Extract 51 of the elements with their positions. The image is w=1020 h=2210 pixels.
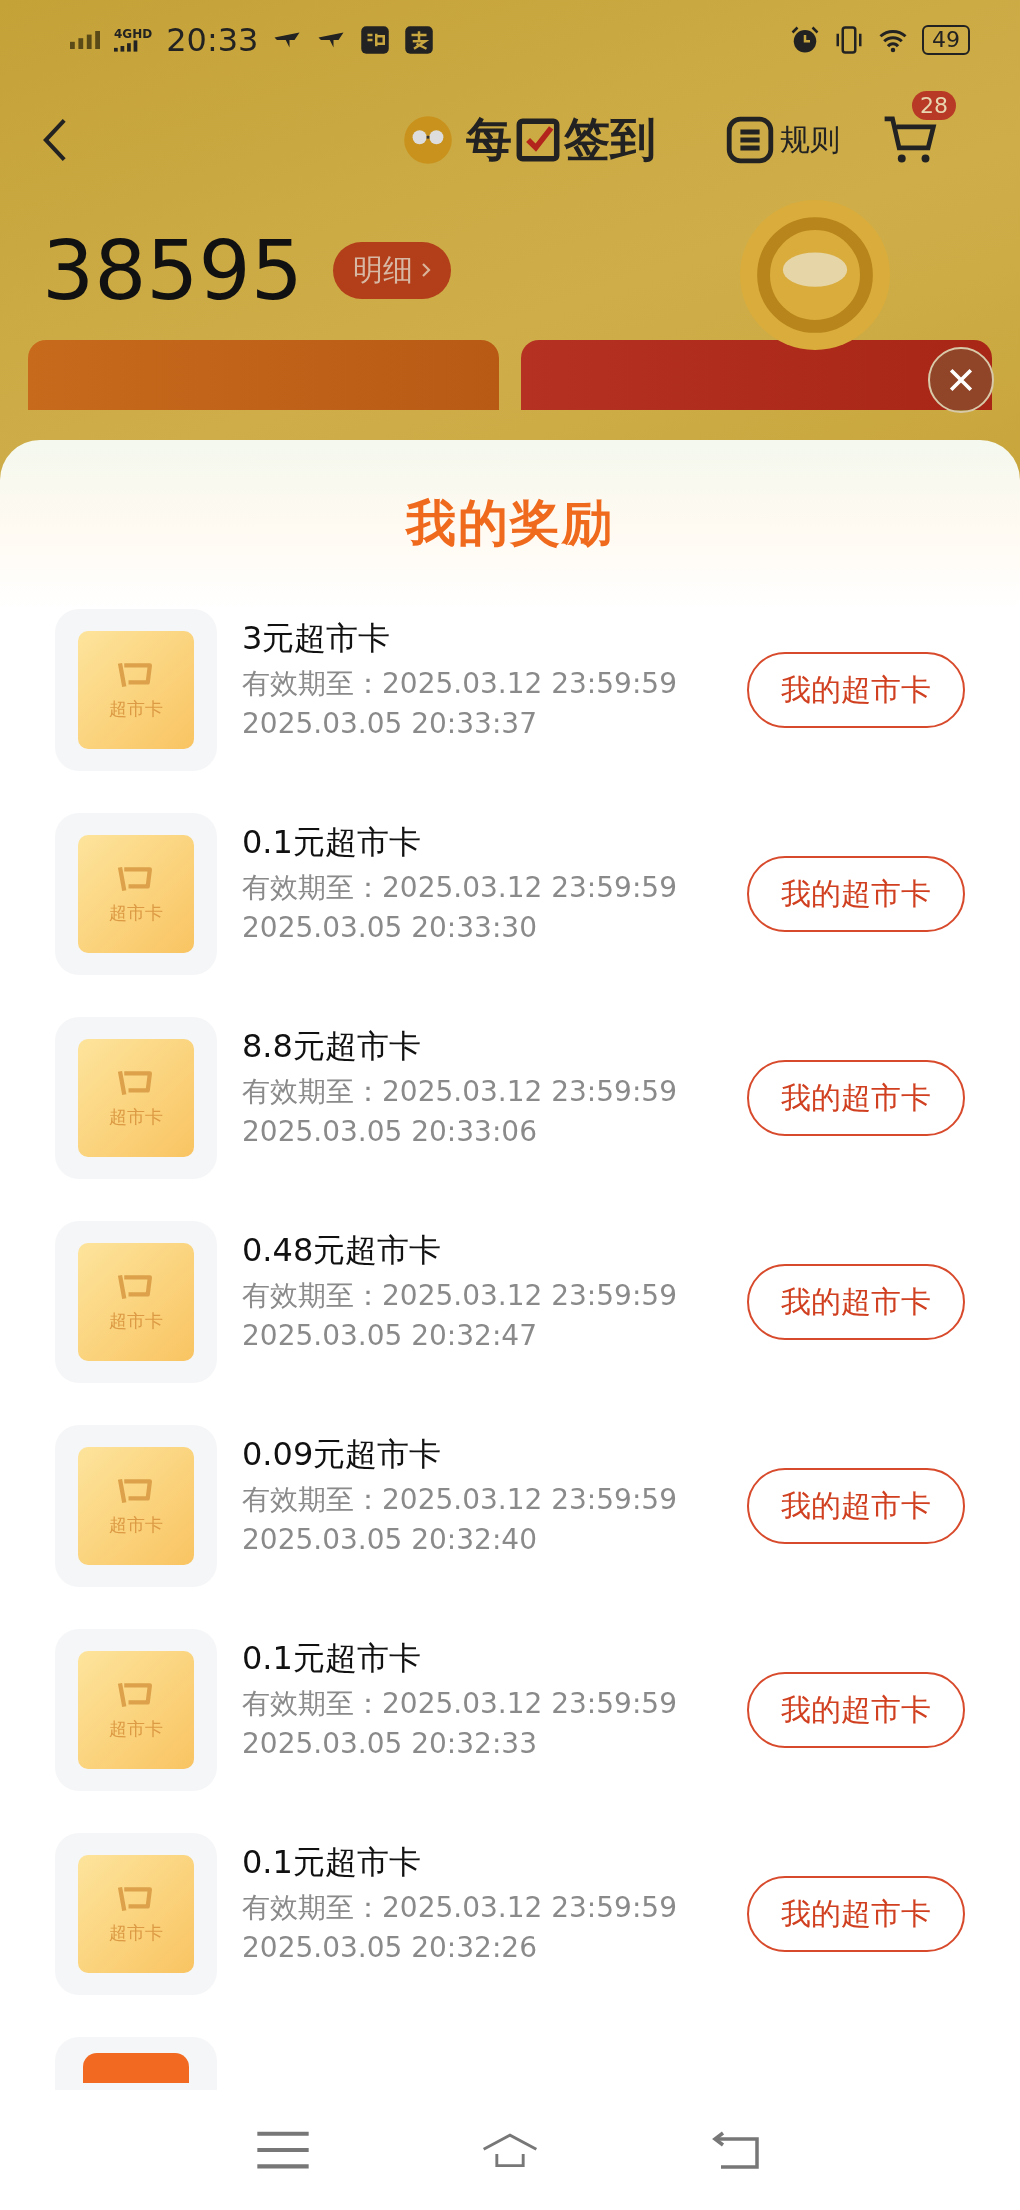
reward-time: 2025.03.05 20:32:40 (242, 1523, 538, 1556)
expiry-date: 有效期至：2025.03.12 23:59:59 (242, 870, 678, 906)
expiry-date: 有效期至：2025.03.12 23:59:59 (242, 666, 678, 702)
reward-name: 0.1元超市卡 (242, 822, 422, 863)
reward-time: 2025.03.05 20:33:37 (242, 707, 538, 740)
details-button[interactable]: 明细 (332, 241, 451, 299)
reward-time: 2025.03.05 20:32:47 (242, 1319, 538, 1352)
alarm-icon (790, 25, 820, 55)
reward-name: 8.8元超市卡 (242, 1026, 422, 1067)
promo-banner[interactable] (521, 340, 992, 410)
reward-name: 0.1元超市卡 (242, 1842, 422, 1883)
points-value: 38595 (42, 222, 303, 318)
rules-link[interactable]: 规则 (726, 116, 840, 164)
battery-indicator: 49 (922, 25, 970, 55)
coupon-icon (83, 2053, 189, 2083)
reward-time: 2025.03.05 20:32:26 (242, 1931, 538, 1964)
signal-icon (70, 31, 100, 49)
close-icon (947, 366, 975, 394)
vibrate-icon (834, 25, 864, 55)
app-notification-icon (404, 25, 435, 55)
cart-count-badge: 28 (912, 91, 956, 120)
expiry-date: 有效期至：2025.03.12 23:59:59 (242, 1074, 678, 1110)
sheet-title: 我的奖励 (404, 493, 615, 554)
chevron-icon (420, 262, 431, 278)
reward-name: 0.09元超市卡 (242, 1434, 443, 1475)
page-title: 每 (466, 111, 512, 168)
status-time: 20:33 (166, 21, 259, 59)
reward-name: 0.1元超市卡 (242, 1638, 422, 1679)
expiry-date: 有效期至：2025.03.12 23:59:59 (242, 1890, 678, 1926)
expiry-date: 有效期至：2025.03.12 23:59:59 (242, 1278, 678, 1314)
app-notification-icon (360, 25, 391, 55)
my-card-button[interactable]: 我的超市卡 (747, 856, 965, 932)
reward-name: 0.48元超市卡 (242, 1230, 443, 1271)
my-card-button[interactable]: 我的超市卡 (747, 1876, 965, 1952)
reward-name: 3元超市卡 (242, 618, 392, 659)
rules-icon (726, 116, 774, 164)
page-title: 签到 (564, 111, 656, 168)
network-type: 4GHD (114, 28, 153, 40)
my-card-button[interactable]: 我的超市卡 (747, 652, 965, 728)
my-card-button[interactable]: 我的超市卡 (747, 1060, 965, 1136)
expiry-date: 有效期至：2025.03.12 23:59:59 (242, 1482, 678, 1518)
close-button[interactable] (928, 347, 994, 413)
reward-time: 2025.03.05 20:33:06 (242, 1115, 538, 1148)
my-card-button[interactable]: 我的超市卡 (747, 1672, 965, 1748)
my-card-button[interactable]: 我的超市卡 (747, 1468, 965, 1544)
reward-time: 2025.03.05 20:32:33 (242, 1727, 538, 1760)
checkbox-icon (516, 118, 560, 162)
reward-time: 2025.03.05 20:33:30 (242, 911, 538, 944)
my-card-button[interactable]: 我的超市卡 (747, 1264, 965, 1340)
expiry-date: 有效期至：2025.03.12 23:59:59 (242, 1686, 678, 1722)
menu-icon[interactable] (255, 2129, 312, 2171)
